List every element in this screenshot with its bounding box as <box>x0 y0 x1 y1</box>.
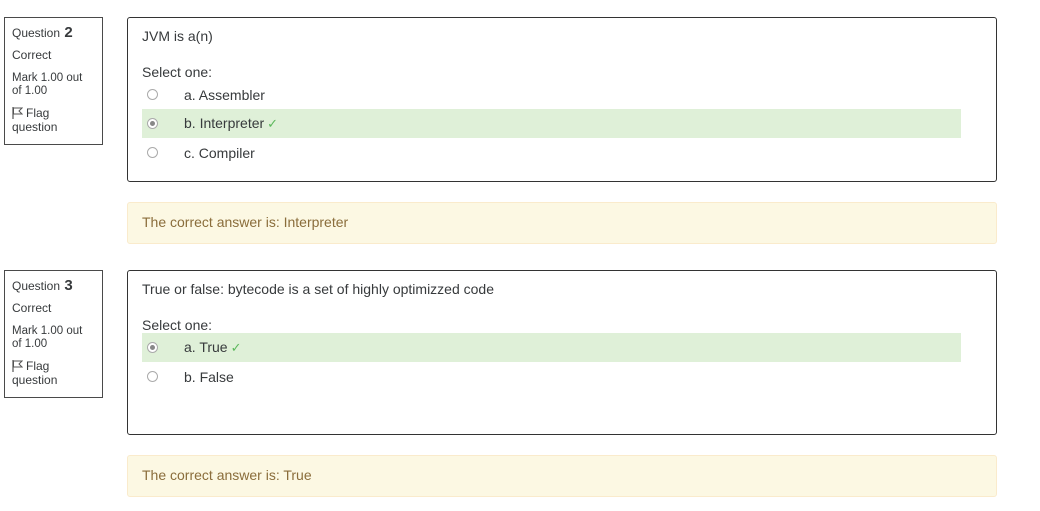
correct-answer-feedback: The correct answer is: Interpreter <box>127 202 997 244</box>
flag-icon <box>12 107 24 120</box>
question-grade: Mark 1.00 out of 1.00 <box>12 325 83 351</box>
flag-icon <box>12 360 24 373</box>
select-one-prompt: Select one: <box>142 317 213 333</box>
question-number: Question 3 <box>12 277 73 294</box>
select-one-prompt: Select one: <box>142 64 213 80</box>
answer-option-a[interactable]: a. True ✓ <box>142 333 961 362</box>
radio-button-checked[interactable] <box>147 342 158 353</box>
answer-option-c[interactable]: c. Compiler <box>142 138 961 167</box>
question-text: True or false: bytecode is a set of high… <box>142 281 494 297</box>
question-formulation-2: JVM is a(n) Select one: a. Assembler b. … <box>127 17 997 182</box>
check-icon: ✓ <box>267 116 279 131</box>
flag-question-link[interactable]: Flag question <box>12 107 95 135</box>
question-text: JVM is a(n) <box>142 28 213 44</box>
answer-option-b[interactable]: b. False <box>142 362 961 391</box>
radio-button[interactable] <box>147 89 158 100</box>
question-number-value: 2 <box>64 24 73 41</box>
radio-button-checked[interactable] <box>147 118 158 129</box>
question-state: Correct <box>12 48 52 63</box>
question-formulation-3: True or false: bytecode is a set of high… <box>127 270 997 435</box>
question-number-value: 3 <box>64 277 73 294</box>
answer-options: a. Assembler b. Interpreter ✓ c. Compiler <box>142 80 961 167</box>
check-icon: ✓ <box>230 340 242 355</box>
question-number: Question 2 <box>12 24 73 41</box>
answer-options: a. True ✓ b. False <box>142 333 961 391</box>
radio-button[interactable] <box>147 371 158 382</box>
question-info-2: Question 2 Correct Mark 1.00 out of 1.00… <box>4 17 103 145</box>
answer-option-b[interactable]: b. Interpreter ✓ <box>142 109 961 138</box>
correct-answer-feedback: The correct answer is: True <box>127 455 997 497</box>
question-grade: Mark 1.00 out of 1.00 <box>12 72 83 98</box>
answer-option-a[interactable]: a. Assembler <box>142 80 961 109</box>
question-state: Correct <box>12 301 52 316</box>
question-info-3: Question 3 Correct Mark 1.00 out of 1.00… <box>4 270 103 398</box>
radio-button[interactable] <box>147 147 158 158</box>
flag-question-link[interactable]: Flag question <box>12 360 95 388</box>
